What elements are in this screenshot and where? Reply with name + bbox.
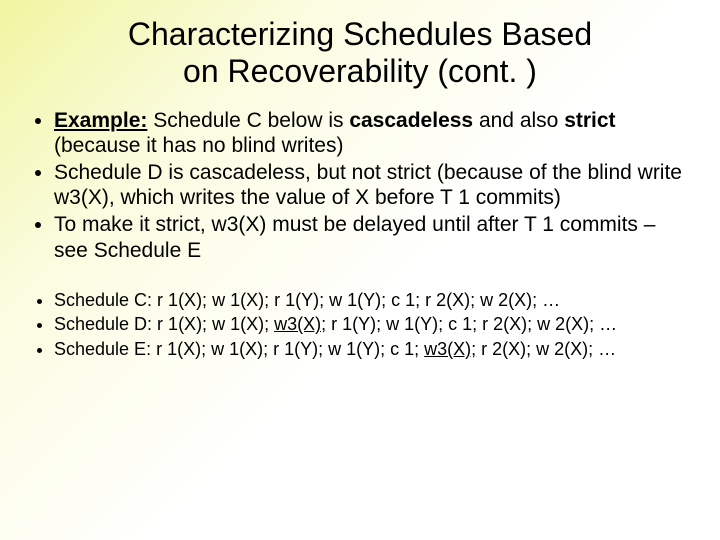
schedule-e: Schedule E: r 1(X); w 1(X); r 1(Y); w 1(… — [54, 338, 692, 361]
bullet-1-bold-strict: strict — [564, 109, 615, 132]
bullet-1-text-b: and also — [473, 109, 564, 132]
schedule-e-underline: w3(X); — [424, 339, 476, 359]
bullet-3: To make it strict, w3(X) must be delayed… — [54, 212, 692, 262]
title-line-1: Characterizing Schedules Based — [128, 16, 592, 52]
schedule-d-pre: Schedule D: r 1(X); w 1(X); — [54, 314, 274, 334]
schedule-c: Schedule C: r 1(X); w 1(X); r 1(Y); w 1(… — [54, 289, 692, 312]
slide-title: Characterizing Schedules Based on Recove… — [68, 16, 652, 90]
bullet-1-example-label: Example: — [54, 109, 147, 132]
schedule-bullets: Schedule C: r 1(X); w 1(X); r 1(Y); w 1(… — [28, 289, 692, 361]
bullet-1-bold-cascadeless: cascadeless — [349, 109, 473, 132]
main-bullets: Example: Schedule C below is cascadeless… — [28, 108, 692, 263]
title-line-2: on Recoverability (cont. ) — [183, 53, 537, 89]
bullet-1-text-a: Schedule C below is — [147, 109, 349, 132]
schedule-e-post: r 2(X); w 2(X); … — [476, 339, 616, 359]
bullet-1: Example: Schedule C below is cascadeless… — [54, 108, 692, 158]
bullet-1-text-c: (because it has no blind writes) — [54, 134, 343, 157]
schedule-d: Schedule D: r 1(X); w 1(X); w3(X); r 1(Y… — [54, 313, 692, 336]
schedule-d-underline: w3(X); — [274, 314, 326, 334]
schedule-e-pre: Schedule E: r 1(X); w 1(X); r 1(Y); w 1(… — [54, 339, 424, 359]
slide: Characterizing Schedules Based on Recove… — [0, 0, 720, 540]
schedule-d-post: r 1(Y); w 1(Y); c 1; r 2(X); w 2(X); … — [326, 314, 617, 334]
bullet-2: Schedule D is cascadeless, but not stric… — [54, 160, 692, 210]
